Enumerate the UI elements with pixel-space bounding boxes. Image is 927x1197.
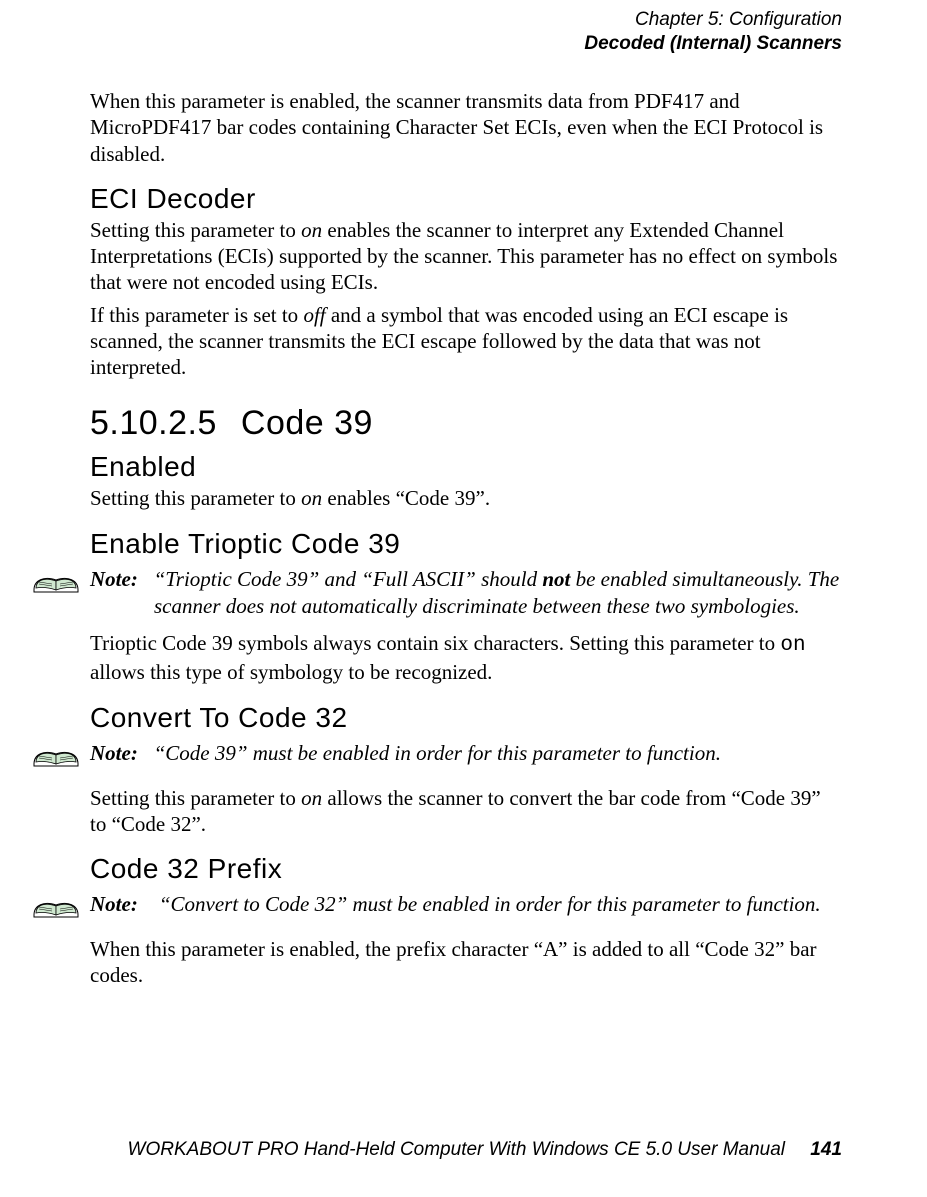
text-italic-on: on: [301, 218, 322, 242]
note-icon-wrap: [32, 891, 90, 926]
text-italic-off: off: [303, 303, 325, 327]
note-body: “Convert to Code 32” must be enabled in …: [154, 892, 821, 916]
note-icon-wrap: [32, 566, 90, 601]
eci-p2: If this parameter is set to off and a sy…: [90, 302, 842, 381]
note-label: Note:: [90, 741, 138, 765]
page: Chapter 5: Configuration Decoded (Intern…: [0, 0, 927, 1197]
heading-enabled: Enabled: [90, 451, 842, 483]
note-convert32: Note: “Code 39” must be enabled in order…: [90, 740, 842, 775]
note-text: Note: “Convert to Code 32” must be enabl…: [90, 891, 842, 918]
page-footer: WORKABOUT PRO Hand-Held Computer With Wi…: [128, 1139, 842, 1161]
trioptic-p: Trioptic Code 39 symbols always contain …: [90, 630, 842, 686]
note-trioptic: Note: “Trioptic Code 39” and “Full ASCII…: [90, 566, 842, 621]
book-icon: [32, 891, 80, 921]
page-number: 141: [810, 1139, 842, 1160]
note-body-a: “Trioptic Code 39” and “Full ASCII” shou…: [154, 567, 543, 591]
content: When this parameter is enabled, the scan…: [90, 88, 842, 995]
note-line: Note: “Trioptic Code 39” and “Full ASCII…: [90, 566, 842, 621]
text: Trioptic Code 39 symbols always contain …: [90, 631, 780, 655]
heading-prefix: Code 32 Prefix: [90, 853, 842, 885]
convert32-p: Setting this parameter to on allows the …: [90, 785, 842, 838]
note-line: Note: “Code 39” must be enabled in order…: [90, 740, 842, 767]
prefix-p: When this parameter is enabled, the pref…: [90, 936, 842, 989]
eci-p1: Setting this parameter to on enables the…: [90, 217, 842, 296]
text-italic-on: on: [301, 486, 322, 510]
note-icon-wrap: [32, 740, 90, 775]
note-label: Note:: [90, 567, 138, 591]
section-title: Code 39: [241, 404, 373, 442]
heading-convert32: Convert To Code 32: [90, 702, 842, 734]
note-body-not: not: [542, 567, 570, 591]
enabled-p: Setting this parameter to on enables “Co…: [90, 485, 842, 511]
note-text: Note: “Code 39” must be enabled in order…: [90, 740, 842, 767]
footer-title: WORKABOUT PRO Hand-Held Computer With Wi…: [128, 1139, 785, 1160]
heading-eci-decoder: ECI Decoder: [90, 183, 842, 215]
text: Setting this parameter to: [90, 786, 301, 810]
page-header: Chapter 5: Configuration Decoded (Intern…: [584, 8, 842, 56]
note-line: Note: “Convert to Code 32” must be enabl…: [90, 891, 842, 918]
text: Setting this parameter to: [90, 218, 301, 242]
text: If this parameter is set to: [90, 303, 303, 327]
book-icon: [32, 740, 80, 770]
text: enables “Code 39”.: [322, 486, 490, 510]
header-section: Decoded (Internal) Scanners: [584, 32, 842, 56]
heading-code39: 5.10.2.5 Code 39: [90, 404, 842, 443]
book-icon: [32, 566, 80, 596]
note-body: “Code 39” must be enabled in order for t…: [154, 741, 721, 765]
text-italic-on: on: [301, 786, 322, 810]
heading-trioptic: Enable Trioptic Code 39: [90, 528, 842, 560]
text: allows this type of symbology to be reco…: [90, 660, 492, 684]
header-chapter: Chapter 5: Configuration: [584, 8, 842, 32]
text: Setting this parameter to: [90, 486, 301, 510]
note-prefix: Note: “Convert to Code 32” must be enabl…: [90, 891, 842, 926]
note-label: Note:: [90, 892, 138, 916]
intro-paragraph: When this parameter is enabled, the scan…: [90, 88, 842, 167]
section-number: 5.10.2.5: [90, 404, 217, 442]
note-text: Note: “Trioptic Code 39” and “Full ASCII…: [90, 566, 842, 621]
text-mono-on: on: [780, 634, 805, 657]
